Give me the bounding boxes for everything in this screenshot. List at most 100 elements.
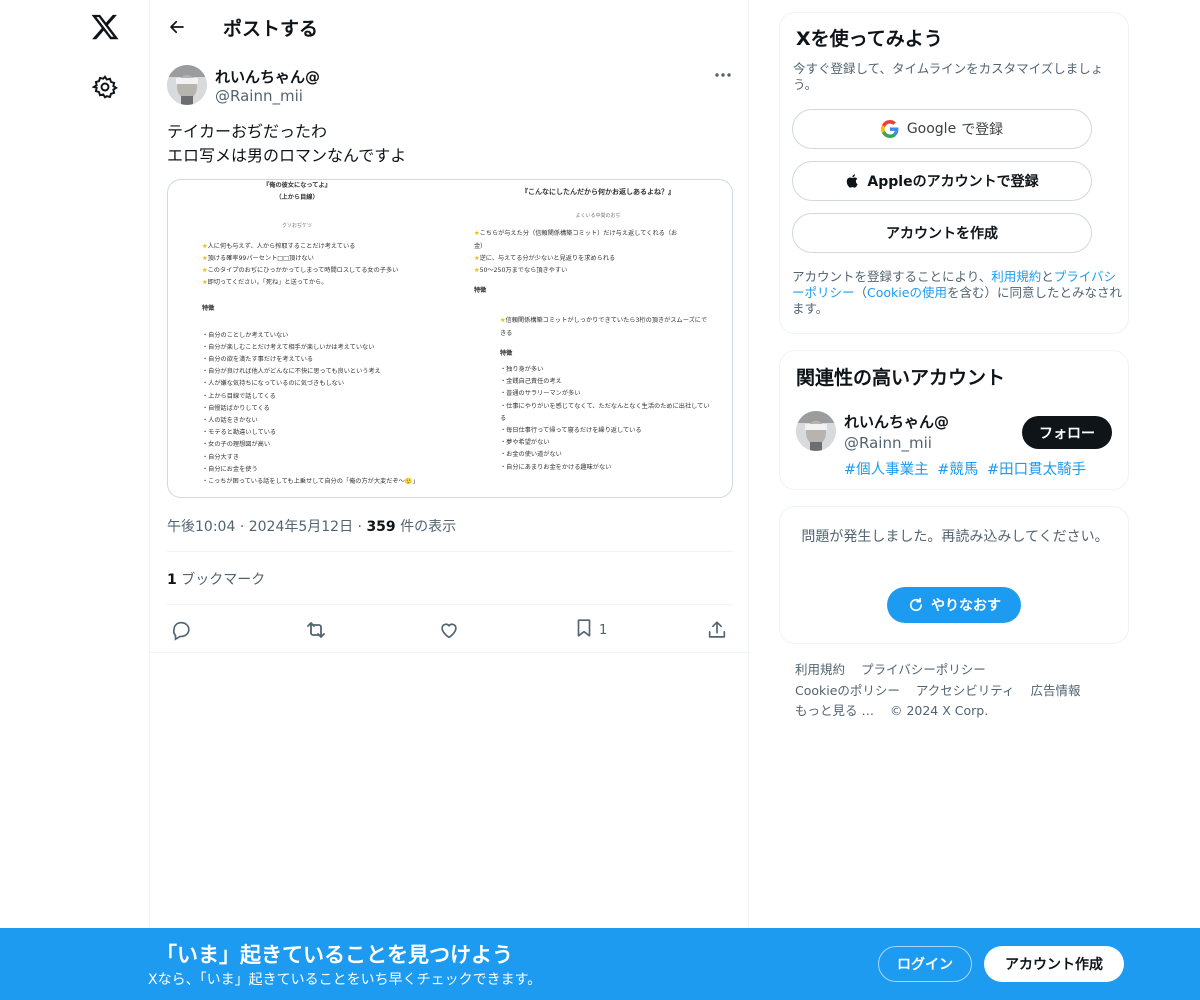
apple-signup-label: Appleのアカウントで登録 [867, 174, 1039, 190]
tweet-text-line: テイカーおぢだったわ [167, 122, 328, 141]
views-count: 359 [366, 519, 396, 535]
signup-legal-text: アカウントを登録することにより、利用規約とプライバシーポリシー（Cookieの使… [792, 269, 1122, 316]
create-account-label: アカウントを作成 [886, 226, 998, 242]
tweet-image[interactable]: 『俺の彼女になってよ』 （上から目線） クソおぢケツ ★人に何も与えず、人から搾… [167, 179, 733, 498]
bookmark-button[interactable]: 1 [573, 616, 607, 644]
image-text: よくいる中間のおぢ [575, 213, 621, 220]
hashtag-link[interactable]: #競馬 [937, 462, 978, 478]
image-text: 『俺の彼女になってよ』 [263, 182, 331, 189]
refresh-icon [907, 596, 925, 614]
tweet-date[interactable]: 2024年5月12日 [249, 519, 353, 535]
author-handle[interactable]: @Rainn_mii [215, 87, 303, 105]
image-text: ・自分にお金を使う [202, 465, 258, 473]
banner-subtitle: Xなら、「いま」起きていることをいち早くチェックできます。 [148, 972, 542, 988]
image-text: 『こんなにしたんだから何かお返しあるよね？』 [521, 188, 675, 196]
image-text: ・女の子の理想図が高い [202, 441, 271, 449]
avatar[interactable] [167, 65, 207, 105]
image-text: ・自分にあまりお金をかける趣味がない [500, 463, 612, 471]
avatar[interactable] [796, 411, 836, 451]
google-icon [880, 120, 899, 138]
views-label: 件の表示 [400, 519, 457, 535]
image-text: ★逆に、与えてる分が少ないと見返りを求められる [474, 254, 616, 262]
create-account-button[interactable]: アカウントを作成 [792, 213, 1092, 253]
image-text: ・夢や希望がない [500, 439, 550, 447]
retry-label: やりなおす [931, 598, 1001, 614]
divider [167, 551, 733, 552]
error-card: 問題が発生しました。再読み込みしてください。 やりなおす [779, 506, 1129, 644]
tweet-actions: 1 [150, 616, 750, 644]
tweet-time[interactable]: 午後10:04 [167, 519, 235, 535]
signup-button[interactable]: アカウント作成 [984, 946, 1124, 982]
image-text: ・自分が良ければ他人がどんなに不快に思っても良いという考え [202, 368, 381, 376]
author-name[interactable]: れいんちゃん@ [215, 66, 320, 87]
image-text: クソおぢケツ [281, 223, 312, 230]
image-text: ・人の話をきかない [202, 417, 258, 425]
retweet-icon[interactable] [304, 616, 328, 644]
left-nav [0, 0, 150, 1000]
copyright: © 2024 X Corp. [889, 703, 989, 718]
follow-button[interactable]: フォロー [1022, 416, 1112, 449]
reply-icon[interactable] [170, 616, 192, 644]
image-text: ・仕事にやりがいを感じてなくて、ただなんとなく生活のために出社してい [500, 402, 710, 410]
like-icon[interactable] [438, 616, 460, 644]
image-text: ・毎日仕事行って帰って寝るだけを繰り返している [500, 427, 642, 435]
page-header: ポストする [150, 0, 750, 53]
tweet-text-line: エロ写メは男のロマンなんですよ [167, 146, 407, 165]
cookie-link[interactable]: Cookieの使用 [867, 285, 947, 300]
signup-card: Xを使ってみよう 今すぐ登録して、タイムラインをカスタマイズしましょう。 Goo… [779, 12, 1129, 334]
arrow-left-icon[interactable] [164, 14, 190, 40]
apple-signup-button[interactable]: Appleのアカウントで登録 [792, 161, 1092, 201]
image-text: ・人が嫌な気持ちになっているのに気づきもしない [202, 380, 345, 388]
image-left-panel: 『俺の彼女になってよ』 （上から目線） クソおぢケツ ★人に何も与えず、人から搾… [172, 180, 422, 488]
footer-link[interactable]: アクセシビリティ [916, 683, 1015, 698]
gear-icon[interactable] [91, 74, 119, 100]
footer-links: 利用規約 プライバシーポリシー Cookieのポリシー アクセシビリティ 広告情… [795, 660, 1125, 722]
related-card-title: 関連性の高いアカウント [796, 367, 1006, 389]
image-text: ・普通のサラリーマンが多い [500, 390, 581, 398]
terms-link[interactable]: 利用規約 [991, 269, 1041, 284]
image-text: ・自分の欲を満たす事だけを考えている [202, 356, 314, 364]
footer-link[interactable]: 利用規約 [795, 662, 845, 677]
footer-link[interactable]: Cookieのポリシー [795, 683, 900, 698]
more-options-icon[interactable] [712, 66, 734, 84]
image-text: ・自分が楽しむことだけ考えて相手が楽しいかは考えていない [202, 343, 375, 351]
main-column: ポストする れいんちゃん@ @Rainn_mii テイカーおぢだったわ エロ写メ… [149, 0, 750, 1000]
image-text: ・モテると勘違いしている [202, 429, 277, 437]
image-text: 特徴 [202, 305, 215, 313]
image-text: ★頂ける確率99パーセント□□頂けない [202, 254, 314, 262]
image-text: ・自慢話ばかりしてくる [202, 404, 270, 412]
related-account-handle[interactable]: @Rainn_mii [844, 434, 932, 452]
image-text: ★信頼関係構築コミットがしっかりできていたら3桁の頂きがスムーズにで [500, 317, 708, 325]
hashtag-link[interactable]: #田口貫太騎手 [987, 462, 1086, 478]
google-brand: Google [906, 121, 957, 137]
image-text: ・こっちが困っている話をしても上乗せして自分の「俺の方が大変だぞ～🙂」 [202, 478, 419, 486]
related-accounts-card: 関連性の高いアカウント れいんちゃん@ @Rainn_mii フォロー #個人事… [779, 350, 1129, 490]
footer-link[interactable]: もっと見る … [795, 703, 874, 718]
image-text: 特徴 [474, 287, 487, 295]
signup-banner: 「いま」起きていることを見つけよう Xなら、「いま」起きていることをいち早くチェ… [0, 928, 1200, 1000]
google-signup-button[interactable]: Google で登録 [792, 109, 1092, 149]
tweet-text: テイカーおぢだったわ エロ写メは男のロマンなんですよ [167, 120, 406, 168]
bookmark-count: 1 [167, 572, 177, 588]
x-logo-icon[interactable] [90, 12, 120, 42]
image-right-panel: 『こんなにしたんだから何かお返しあるよね？』 よくいる中間のおぢ ★こちらが与え… [468, 186, 728, 474]
image-text: ★50〜250万までなら頂きやすい [474, 267, 568, 275]
retry-button[interactable]: やりなおす [887, 587, 1021, 623]
divider [150, 652, 750, 653]
signup-card-title: Xを使ってみよう [796, 28, 943, 50]
footer-link[interactable]: プライバシーポリシー [861, 662, 986, 677]
bookmark-label: ブックマーク [181, 572, 266, 588]
image-text: ★こちらが与えた分（信頼関係構築コミット）だけ与え返してくれる（お [474, 230, 678, 238]
footer-link[interactable]: 広告情報 [1031, 683, 1081, 698]
signup-card-subtitle: 今すぐ登録して、タイムラインをカスタマイズしましょう。 [793, 61, 1104, 92]
bookmark-summary[interactable]: 1 ブックマーク [167, 569, 265, 589]
login-button[interactable]: ログイン [878, 946, 972, 982]
apple-icon [845, 172, 861, 190]
image-text: ★人に何も与えず、人から搾取することだけ考えている [202, 242, 356, 250]
share-icon[interactable] [706, 616, 728, 644]
related-account-name[interactable]: れいんちゃん@ [844, 411, 949, 432]
hashtag-link[interactable]: #個人事業主 [844, 462, 929, 478]
image-text: る [500, 414, 507, 422]
page-title: ポストする [223, 18, 319, 40]
image-text: 金） [474, 242, 487, 250]
